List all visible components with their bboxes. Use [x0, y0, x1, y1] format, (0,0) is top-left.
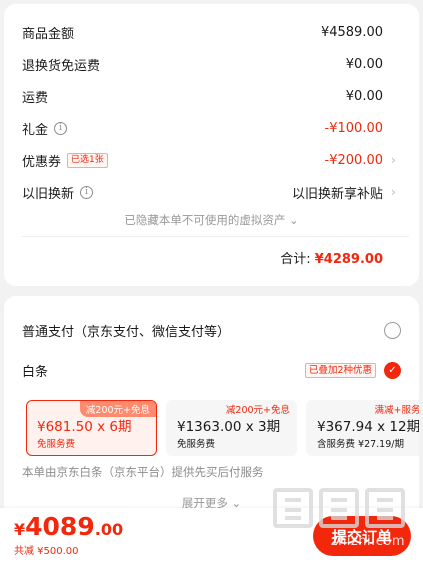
hidden-assets-hint: 已隐藏本单不可使用的虚拟资产 — [124, 213, 286, 227]
shipping-fee-value: ¥0.00 — [345, 88, 383, 104]
payable-amount: ¥4089.00 — [14, 512, 123, 541]
coupon-label: 优惠券 — [22, 154, 62, 170]
plan-amount: ¥681.50 x 6期 — [37, 419, 132, 435]
total-saved: 共减 ¥500.00 — [14, 546, 79, 557]
plan-fee-note: 免服务费 — [177, 439, 216, 450]
return-shipping-value: ¥0.00 — [345, 56, 383, 72]
divider — [22, 236, 409, 237]
chevron-right-icon[interactable]: › — [391, 153, 399, 167]
info-icon[interactable]: i — [80, 185, 94, 199]
payment-method-card: 普通支付（京东支付、微信支付等） 白条 已叠加2种优惠 ✓ 减200元+免息 ¥… — [4, 296, 419, 516]
installment-plan-6[interactable]: 减200元+免息 ¥681.50 x 6期 免服务费 — [26, 400, 157, 456]
plan-fee-note: 含服务费 ¥27.19/期 — [317, 439, 404, 450]
trade-in-label: 以旧换新 — [22, 186, 75, 202]
shipping-fee-row: 运费 ¥0.00 — [22, 85, 399, 107]
goods-amount-value: ¥4589.00 — [320, 24, 383, 40]
order-summary-card: 商品金额 ¥4589.00 退换货免运费 ¥0.00 运费 ¥0.00 礼金 i… — [4, 4, 419, 286]
return-shipping-row: 退换货免运费 ¥0.00 — [22, 53, 399, 75]
total-row: 合计: ¥4289.00 — [280, 248, 383, 267]
baitiao-payment-option[interactable]: 白条 已叠加2种优惠 ✓ — [22, 358, 401, 382]
plan-amount: ¥1363.00 x 3期 — [177, 419, 281, 435]
amount-integer: 4089 — [25, 512, 95, 541]
plan-fee-note: 免服务费 — [37, 439, 76, 450]
goods-amount-row: 商品金额 ¥4589.00 — [22, 21, 399, 43]
gift-money-value: -¥100.00 — [324, 120, 383, 136]
installment-plans: 减200元+免息 ¥681.50 x 6期 免服务费 减200元+免息 ¥136… — [26, 400, 419, 456]
goods-amount-label: 商品金额 — [22, 26, 75, 42]
hidden-assets-toggle[interactable]: 已隐藏本单不可使用的虚拟资产 ⌄ — [4, 212, 419, 228]
total-label: 合计: — [280, 252, 311, 267]
gift-money-row: 礼金 i -¥100.00 — [22, 117, 399, 139]
plan-amount: ¥367.94 x 12期 — [317, 419, 419, 435]
currency-symbol: ¥ — [14, 520, 26, 539]
service-provider-note: 本单由京东白条（京东平台）提供先买后付服务 — [22, 465, 264, 479]
coupon-selected-badge: 已选1张 — [67, 152, 108, 168]
normal-payment-label: 普通支付（京东支付、微信支付等） — [22, 324, 231, 340]
coupon-value: -¥200.00 — [324, 152, 383, 168]
chevron-right-icon[interactable]: › — [391, 185, 399, 199]
trade-in-value: 以旧换新享补贴 — [291, 186, 383, 202]
watermark-text: zhizhi.com — [330, 534, 405, 549]
total-amount: ¥4289.00 — [314, 252, 383, 267]
radio-unchecked-icon[interactable] — [384, 321, 401, 339]
stacked-promo-badge: 已叠加2种优惠 — [304, 362, 376, 378]
normal-payment-option[interactable]: 普通支付（京东支付、微信支付等） — [22, 318, 401, 342]
shipping-fee-label: 运费 — [22, 90, 49, 106]
return-shipping-label: 退换货免运费 — [22, 58, 101, 74]
installment-plan-3[interactable]: 减200元+免息 ¥1363.00 x 3期 免服务费 — [166, 400, 297, 456]
coupon-row[interactable]: 优惠券 已选1张 -¥200.00 › — [22, 149, 399, 171]
gift-money-label: 礼金 — [22, 122, 49, 138]
installment-plan-12[interactable]: 满减+服务费 ¥367.94 x 12期 含服务费 ¥27.19/期 — [306, 400, 419, 456]
radio-checked-icon[interactable]: ✓ — [384, 361, 401, 379]
info-icon[interactable]: i — [54, 121, 68, 135]
chevron-down-icon: ⌄ — [289, 213, 299, 227]
amount-decimal: .00 — [94, 520, 124, 539]
baitiao-label: 白条 — [22, 364, 49, 380]
trade-in-row[interactable]: 以旧换新 i 以旧换新享补贴 › — [22, 181, 399, 203]
